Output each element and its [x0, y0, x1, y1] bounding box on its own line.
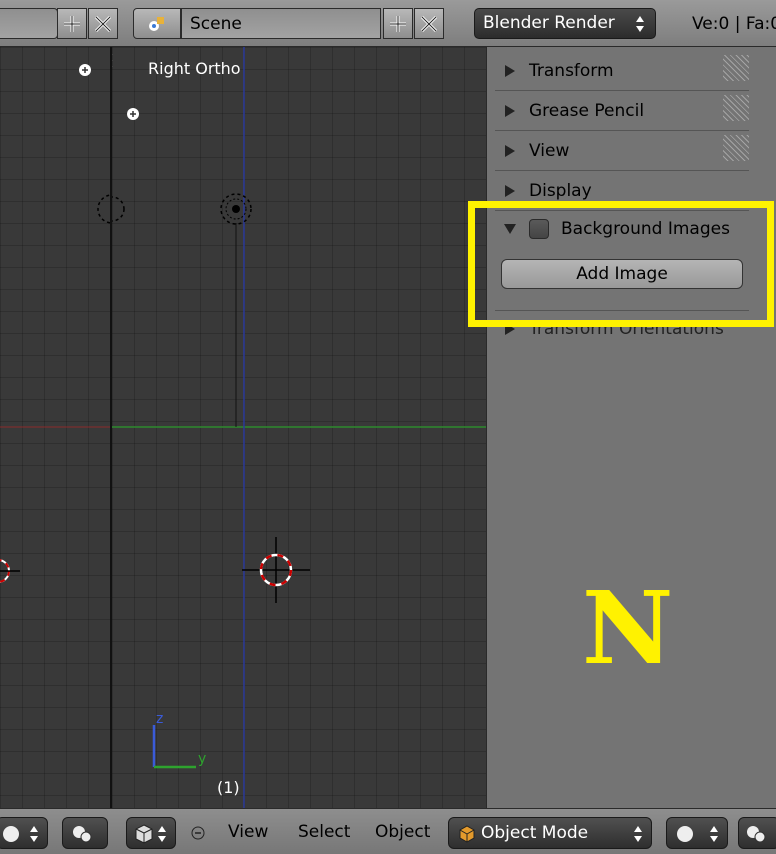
panel-grease-pencil-label: Grease Pencil: [529, 100, 645, 121]
3d-view-cube-icon: [135, 824, 153, 844]
updown-arrows-icon: [158, 826, 166, 842]
render-engine-dropdown[interactable]: Blender Render: [474, 8, 656, 39]
axis-gizmo-icon: z y: [152, 711, 206, 769]
lamp-partial-icon: [112, 196, 125, 222]
3d-cursor-icon: [242, 537, 310, 603]
object-cube-icon: [459, 825, 475, 843]
panel-grip-icon[interactable]: [723, 55, 749, 81]
properties-shelf: Transform Grease Pencil View Display Bac…: [486, 47, 776, 808]
panel-view[interactable]: View: [495, 131, 749, 171]
3d-cursor-icon: [0, 559, 20, 583]
scene-name: Scene: [190, 14, 242, 34]
triangle-right-icon: [505, 144, 515, 157]
left-viewport-overlay: [0, 64, 110, 583]
right-viewport-overlay: z y (1): [112, 47, 486, 808]
mode-label: Object Mode: [481, 823, 589, 843]
updown-arrows-icon: [710, 826, 718, 842]
triangle-right-icon: [505, 64, 515, 77]
updown-arrows-icon: [30, 826, 38, 842]
panel-grease-pencil[interactable]: Grease Pencil: [495, 91, 749, 131]
axis-z-label: z: [156, 711, 163, 727]
scene-name-field[interactable]: Scene: [181, 8, 381, 39]
expand-plus-icon: [127, 108, 139, 120]
pivot-icon: [747, 826, 766, 843]
sphere-icon: [677, 826, 693, 842]
editor-type-dropdown[interactable]: [126, 817, 176, 849]
render-engine-label: Blender Render: [483, 13, 615, 33]
info-header: Scene Blender Render Ve:0 | Fa:0: [0, 0, 776, 47]
panel-grip-icon[interactable]: [723, 95, 749, 121]
viewport-shading-dropdown[interactable]: [666, 817, 728, 849]
scene-browse-button[interactable]: [133, 8, 181, 39]
delete-screen-button[interactable]: [88, 8, 118, 39]
annotation-highlight-box: [468, 201, 774, 327]
lamp-icon: [220, 193, 252, 225]
panel-grip-icon[interactable]: [723, 135, 749, 161]
scene-stats: Ve:0 | Fa:0: [692, 14, 776, 34]
close-icon: [94, 15, 112, 32]
mode-dropdown[interactable]: Object Mode: [448, 817, 652, 849]
triangle-right-icon: [505, 184, 515, 197]
menu-select[interactable]: Select: [298, 822, 350, 842]
panel-transform-label: Transform: [529, 60, 614, 81]
scene-icon: [149, 16, 164, 31]
frame-number: (1): [217, 778, 240, 797]
add-scene-button[interactable]: [383, 8, 413, 39]
panel-transform[interactable]: Transform: [495, 51, 749, 91]
collapse-menu-icon[interactable]: [191, 826, 205, 840]
left-viewport-pivot-dropdown[interactable]: [62, 817, 108, 849]
lamp-icon: [97, 194, 110, 224]
plus-icon: [390, 15, 406, 32]
pivot-icon: [73, 826, 92, 843]
axis-y-label: y: [198, 751, 206, 767]
right-ortho-viewport[interactable]: Right Ortho z y (1): [112, 47, 486, 808]
menu-view[interactable]: View: [228, 822, 268, 842]
updown-arrows-icon: [636, 16, 644, 32]
menu-object[interactable]: Object: [375, 822, 430, 842]
pivot-point-dropdown[interactable]: [738, 817, 776, 849]
triangle-right-icon: [505, 104, 515, 117]
expand-plus-icon: [79, 64, 91, 76]
left-viewport-shading-dropdown[interactable]: [0, 817, 48, 849]
updown-arrows-icon: [634, 826, 642, 842]
panel-view-label: View: [529, 140, 570, 161]
add-screen-button[interactable]: [57, 8, 87, 39]
close-icon: [420, 15, 438, 32]
hotkey-annotation: N: [582, 569, 674, 687]
viewport-header: View Select Object Object Mode: [0, 808, 776, 854]
delete-scene-button[interactable]: [414, 8, 444, 39]
sphere-icon: [3, 826, 19, 842]
left-3d-viewport[interactable]: [0, 47, 110, 808]
screen-layout-field[interactable]: [0, 8, 58, 39]
panel-display-label: Display: [529, 180, 592, 201]
plus-icon: [64, 15, 80, 32]
